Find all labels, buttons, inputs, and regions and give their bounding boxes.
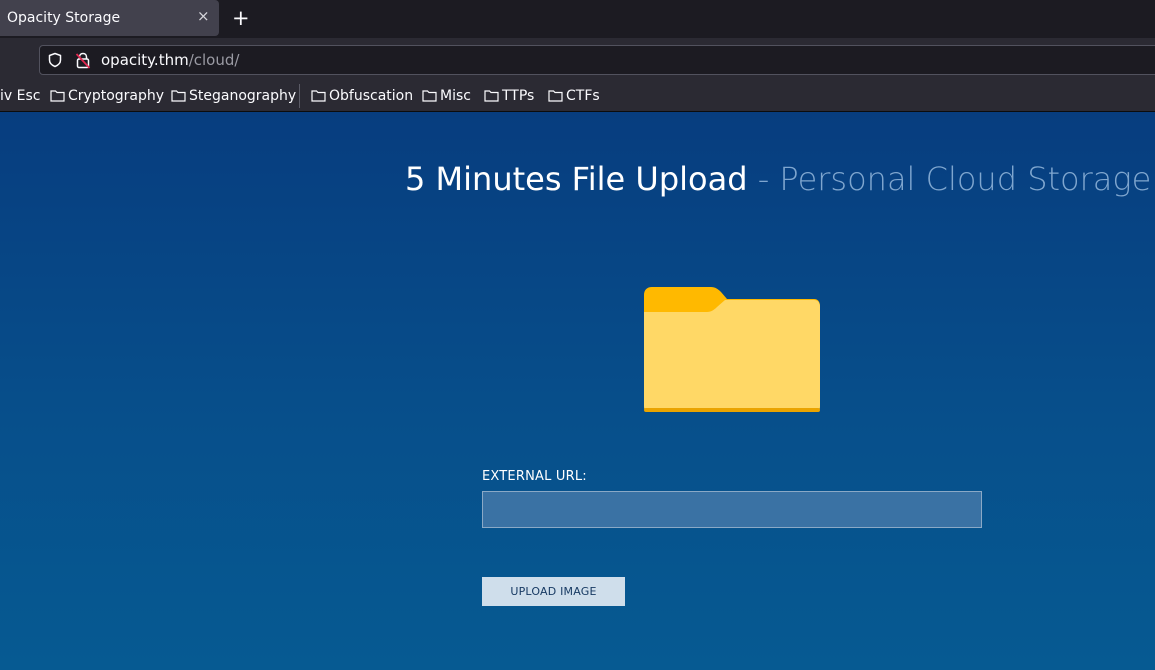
url-host: opacity.thm [101, 51, 189, 69]
page-title: 5 Minutes File Upload - Personal Cloud S… [405, 158, 1151, 200]
bookmark-label: Misc [440, 88, 471, 104]
close-tab-icon[interactable]: × [197, 7, 210, 25]
bookmark-folder-obfuscation[interactable]: Obfuscation [311, 87, 413, 105]
folder-icon [548, 90, 563, 102]
bookmark-label: iv Esc [0, 88, 41, 104]
page-subtitle: Personal Cloud Storage [779, 160, 1152, 198]
url-path: /cloud/ [188, 51, 240, 69]
upload-image-button[interactable]: UPLOAD IMAGE [482, 577, 625, 606]
folder-icon [50, 90, 65, 102]
shield-icon[interactable] [47, 52, 63, 68]
external-url-input[interactable] [482, 491, 982, 528]
folder-icon [484, 90, 499, 102]
folder-icon [644, 287, 820, 412]
bookmark-label: Cryptography [68, 88, 165, 104]
bookmark-folder-misc[interactable]: Misc [422, 87, 471, 105]
tab-strip: Opacity Storage × + [0, 0, 1155, 38]
page-title-main: 5 Minutes File Upload [405, 160, 748, 198]
bookmark-folder-cryptography[interactable]: Cryptography [50, 87, 164, 105]
bookmark-folder-steganography[interactable]: Steganography [171, 87, 296, 105]
insecure-lock-icon[interactable] [75, 52, 91, 69]
tab-title: Opacity Storage [7, 10, 121, 26]
url-text[interactable]: opacity.thm/cloud/ [101, 51, 239, 69]
folder-icon [311, 90, 326, 102]
folder-icon [171, 90, 186, 102]
bookmark-folder-ctfs[interactable]: CTFs [548, 87, 600, 105]
bookmark-label: CTFs [566, 88, 600, 104]
bookmark-separator [299, 84, 300, 108]
folder-icon [422, 90, 437, 102]
page-title-separator: - [747, 160, 780, 198]
tab-opacity-storage[interactable]: Opacity Storage × [0, 0, 219, 36]
new-tab-icon[interactable]: + [232, 6, 250, 30]
bookmark-priv-esc[interactable]: iv Esc [0, 87, 40, 105]
bookmark-folder-ttps[interactable]: TTPs [484, 87, 534, 105]
bookmark-label: TTPs [502, 88, 535, 104]
external-url-label: EXTERNAL URL: [482, 469, 587, 484]
bookmark-label: Obfuscation [329, 88, 414, 104]
bookmark-label: Steganography [189, 88, 297, 104]
